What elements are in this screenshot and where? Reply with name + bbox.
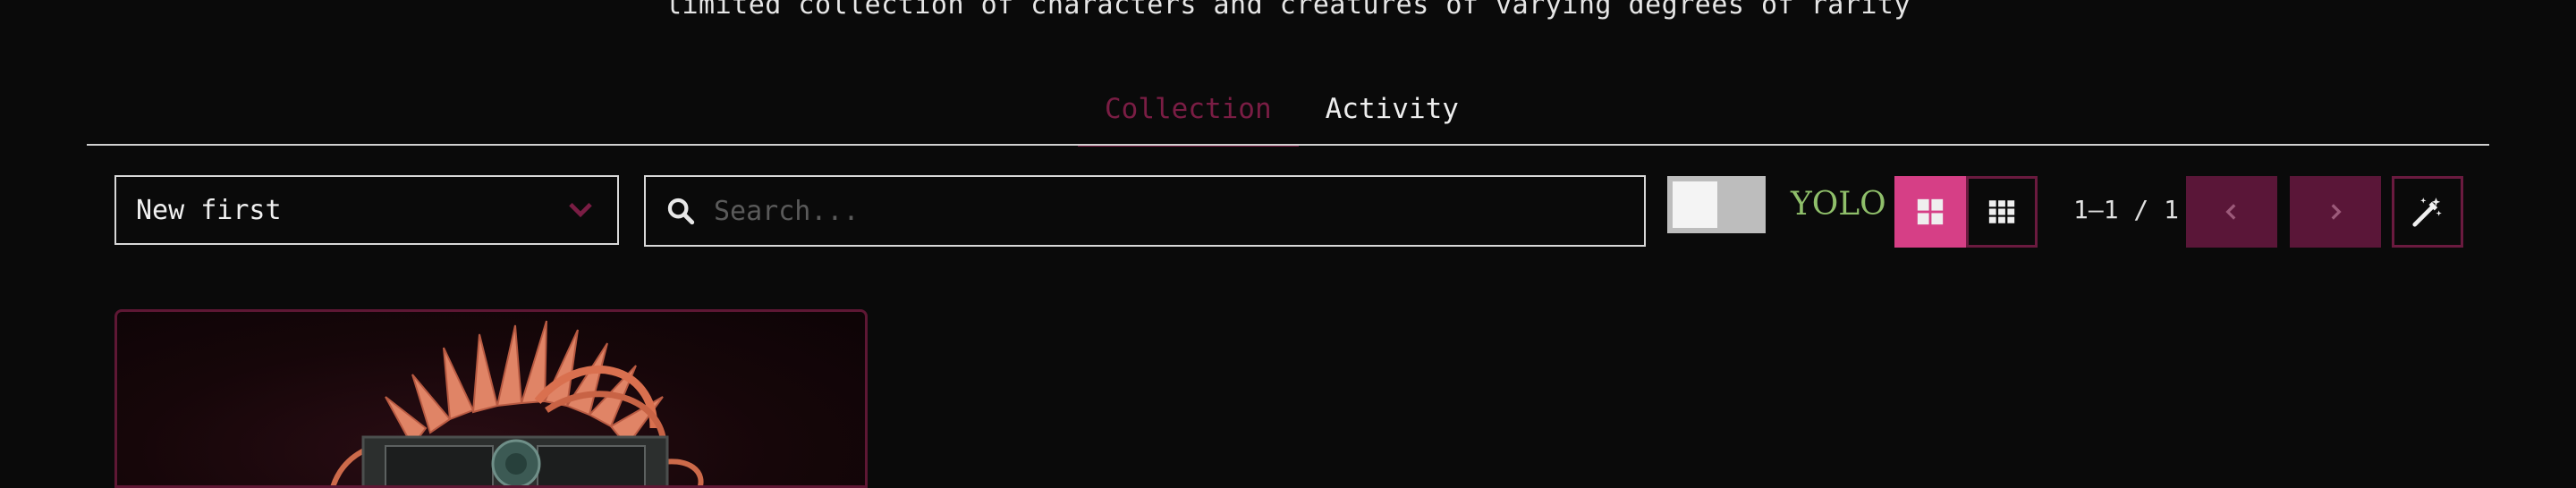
next-page-button[interactable] xyxy=(2290,176,2381,248)
magic-wand-button[interactable] xyxy=(2392,176,2463,248)
tab-collection[interactable]: Collection xyxy=(1078,84,1299,147)
tabs-divider xyxy=(87,144,2489,146)
grid-large-icon xyxy=(1917,198,1944,225)
chevron-right-icon xyxy=(2331,204,2342,220)
chevron-left-icon xyxy=(2225,204,2236,220)
yolo-label: YOLO xyxy=(1791,186,1886,223)
search-icon xyxy=(667,198,695,225)
tab-activity[interactable]: Activity xyxy=(1299,84,1486,145)
large-grid-view-button[interactable] xyxy=(1894,176,1966,248)
pagination-status: 1–1 / 1 xyxy=(2073,195,2180,224)
search-input[interactable] xyxy=(712,194,1610,228)
toggle-knob xyxy=(1673,181,1717,228)
sort-select[interactable]: New first xyxy=(114,175,619,245)
search-field[interactable] xyxy=(644,175,1646,247)
previous-page-button[interactable] xyxy=(2186,176,2277,248)
small-grid-view-button[interactable] xyxy=(1966,176,2038,248)
character-image xyxy=(330,320,704,485)
character-card[interactable] xyxy=(114,309,868,488)
sort-select-value: New first xyxy=(136,194,282,226)
tab-bar: Collection Activity xyxy=(1078,84,1486,147)
collection-subtitle: limited collection of characters and cre… xyxy=(665,0,1911,21)
grid-small-icon xyxy=(1988,200,2015,223)
magic-wand-icon xyxy=(2412,198,2442,227)
yolo-toggle[interactable] xyxy=(1667,176,1766,233)
chevron-down-icon xyxy=(569,202,592,218)
